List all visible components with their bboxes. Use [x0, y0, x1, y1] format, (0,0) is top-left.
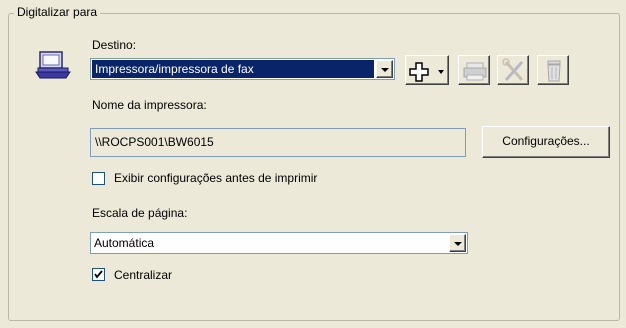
checkmark-icon: [94, 270, 103, 279]
chevron-down-icon[interactable]: [449, 234, 466, 252]
center-checkbox[interactable]: [92, 268, 105, 281]
printer-name-label: Nome da impressora:: [92, 98, 207, 112]
destination-selected-value: Impressora/impressora de fax: [92, 60, 374, 78]
scanner-icon: [34, 50, 74, 80]
settings-button[interactable]: Configurações...: [482, 126, 610, 158]
page-scale-dropdown[interactable]: Automática: [90, 232, 468, 254]
trash-icon: [547, 60, 561, 82]
wrench-icon: [502, 58, 524, 81]
destination-dropdown[interactable]: Impressora/impressora de fax: [90, 58, 395, 80]
printer-name-field[interactable]: \\ROCPS001\BW6015: [90, 128, 466, 157]
printer-icon: [463, 62, 487, 81]
show-settings-label: Exibir configurações antes de imprimir: [114, 171, 318, 185]
add-icon: [409, 62, 444, 82]
destination-label: Destino:: [92, 38, 137, 52]
printer-name-value: \\ROCPS001\BW6015: [95, 135, 214, 149]
center-label: Centralizar: [114, 268, 173, 282]
groupbox-title: Digitalizar para: [14, 5, 101, 19]
delete-destination-button[interactable]: [537, 55, 569, 85]
page-scale-selected-value: Automática: [94, 236, 155, 250]
printer-properties-button[interactable]: [458, 55, 490, 85]
settings-button-label: Configurações...: [502, 134, 590, 148]
show-settings-checkbox[interactable]: [92, 172, 105, 185]
page-scale-label: Escala de página:: [92, 206, 188, 220]
chevron-down-icon[interactable]: [376, 60, 393, 78]
tools-button[interactable]: [497, 55, 529, 85]
add-destination-button[interactable]: [405, 55, 449, 85]
